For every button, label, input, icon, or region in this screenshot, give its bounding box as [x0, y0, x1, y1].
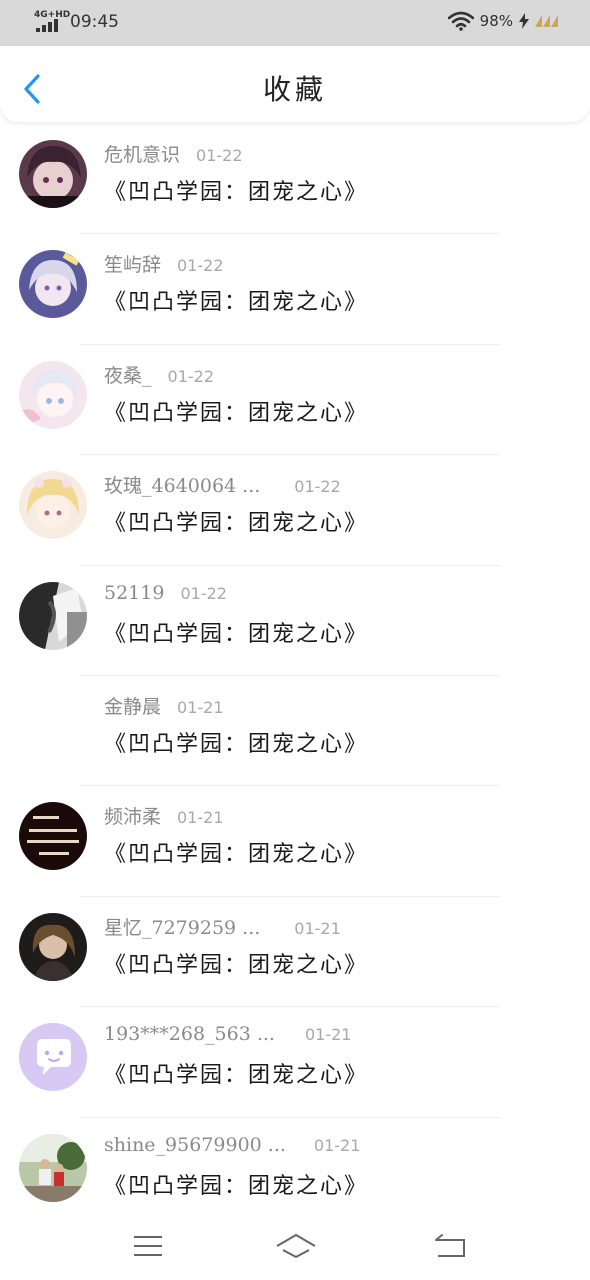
- menu-icon: [134, 1236, 162, 1256]
- home-icon: [276, 1234, 316, 1258]
- avatar[interactable]: [19, 360, 87, 429]
- user-name[interactable]: 频沛柔: [104, 802, 161, 829]
- battery-percent: 98%: [479, 12, 513, 30]
- list-item[interactable]: 夜桑_ 01-22 《凹凸学园：团宠之心》: [0, 345, 590, 456]
- item-date: 01-21: [177, 808, 224, 828]
- item-meta: 危机意识 01-22: [104, 140, 243, 167]
- book-title[interactable]: 《凹凸学园：团宠之心》: [104, 836, 368, 868]
- list-item[interactable]: 金静晨 01-21 《凹凸学园：团宠之心》: [0, 676, 590, 787]
- item-meta: 笙屿辞 01-22: [104, 250, 224, 277]
- list-item[interactable]: 星忆_7279259 ... 01-21 《凹凸学园：团宠之心》: [0, 897, 590, 1008]
- avatar[interactable]: [19, 581, 87, 650]
- item-meta: 星忆_7279259 ... 01-21: [104, 913, 341, 940]
- book-title[interactable]: 《凹凸学园：团宠之心》: [104, 395, 368, 427]
- status-left: 4G+HD 09:45: [34, 10, 119, 32]
- status-bar: 4G+HD 09:45 98%: [0, 0, 590, 46]
- item-meta: shine_95679900 ... 01-21: [104, 1134, 360, 1156]
- item-date: 01-22: [180, 583, 227, 603]
- status-time: 09:45: [70, 12, 119, 32]
- page-title: 收藏: [262, 73, 327, 106]
- list-item[interactable]: 玫瑰_4640064 ... 01-22 《凹凸学园：团宠之心》: [0, 455, 590, 566]
- user-name[interactable]: 夜桑_: [104, 361, 152, 388]
- menu-button[interactable]: [128, 1230, 168, 1262]
- wifi-icon: [447, 11, 474, 31]
- user-name[interactable]: shine_95679900 ...: [104, 1134, 286, 1156]
- item-date: 01-21: [304, 1025, 352, 1045]
- status-right: 98%: [447, 11, 558, 31]
- item-date: 01-21: [294, 918, 341, 938]
- avatar[interactable]: [19, 1023, 87, 1092]
- item-meta: 玫瑰_4640064 ... 01-22: [104, 471, 341, 498]
- item-date: 01-22: [167, 366, 215, 386]
- item-date: 01-21: [313, 1135, 361, 1155]
- book-title[interactable]: 《凹凸学园：团宠之心》: [104, 726, 368, 758]
- user-name[interactable]: 危机意识: [104, 140, 180, 167]
- avatar[interactable]: [19, 912, 87, 981]
- item-meta: 52119 01-22: [104, 582, 227, 604]
- book-title[interactable]: 《凹凸学园：团宠之心》: [104, 947, 368, 979]
- item-date: 01-22: [196, 146, 243, 165]
- home-button[interactable]: [274, 1230, 318, 1262]
- back-nav-button[interactable]: [430, 1230, 470, 1262]
- book-title[interactable]: 《凹凸学园：团宠之心》: [104, 174, 368, 206]
- user-name[interactable]: 193***268_563 ...: [104, 1023, 275, 1045]
- item-meta: 193***268_563 ... 01-21: [104, 1023, 351, 1045]
- item-meta: 金静晨 01-21: [104, 692, 224, 719]
- avatar[interactable]: [19, 250, 87, 319]
- book-title[interactable]: 《凹凸学园：团宠之心》: [104, 1057, 368, 1089]
- system-nav-bar: [0, 1210, 590, 1280]
- avatar[interactable]: [19, 802, 87, 871]
- list-item[interactable]: 频沛柔 01-21 《凹凸学园：团宠之心》: [0, 786, 590, 897]
- back-icon: [435, 1234, 465, 1257]
- avatar[interactable]: [19, 471, 87, 540]
- avatar[interactable]: [19, 1133, 87, 1202]
- list-item[interactable]: 193***268_563 ... 01-21 《凹凸学园：团宠之心》: [0, 1007, 590, 1118]
- item-date: 01-22: [294, 477, 341, 497]
- book-title[interactable]: 《凹凸学园：团宠之心》: [104, 1168, 368, 1200]
- item-meta: 夜桑_ 01-22: [104, 361, 214, 388]
- user-name[interactable]: 星忆_7279259 ...: [104, 913, 260, 940]
- item-date: 01-22: [177, 256, 224, 276]
- item-date: 01-21: [177, 697, 224, 717]
- list-item[interactable]: 笙屿辞 01-22 《凹凸学园：团宠之心》: [0, 234, 590, 345]
- charging-icon: [519, 13, 529, 29]
- book-title[interactable]: 《凹凸学园：团宠之心》: [104, 505, 368, 537]
- header: 收藏: [0, 46, 590, 122]
- user-name[interactable]: 玫瑰_4640064 ...: [104, 471, 260, 498]
- favorites-list: 危机意识 01-22 《凹凸学园：团宠之心》 笙屿辞 01-22 《凹凸学园：团…: [0, 124, 590, 1228]
- book-title[interactable]: 《凹凸学园：团宠之心》: [104, 284, 368, 316]
- user-name[interactable]: 金静晨: [104, 692, 161, 719]
- avatar[interactable]: [19, 140, 87, 208]
- list-item[interactable]: 52119 01-22 《凹凸学园：团宠之心》: [0, 566, 590, 676]
- battery-icon: [535, 15, 558, 27]
- book-title[interactable]: 《凹凸学园：团宠之心》: [104, 616, 368, 648]
- user-name[interactable]: 52119: [104, 582, 164, 604]
- item-meta: 频沛柔 01-21: [104, 802, 224, 829]
- signal-icon: 4G+HD: [34, 10, 70, 32]
- avatar[interactable]: [19, 692, 87, 760]
- list-item[interactable]: 危机意识 01-22 《凹凸学园：团宠之心》: [0, 124, 590, 235]
- user-name[interactable]: 笙屿辞: [104, 250, 161, 277]
